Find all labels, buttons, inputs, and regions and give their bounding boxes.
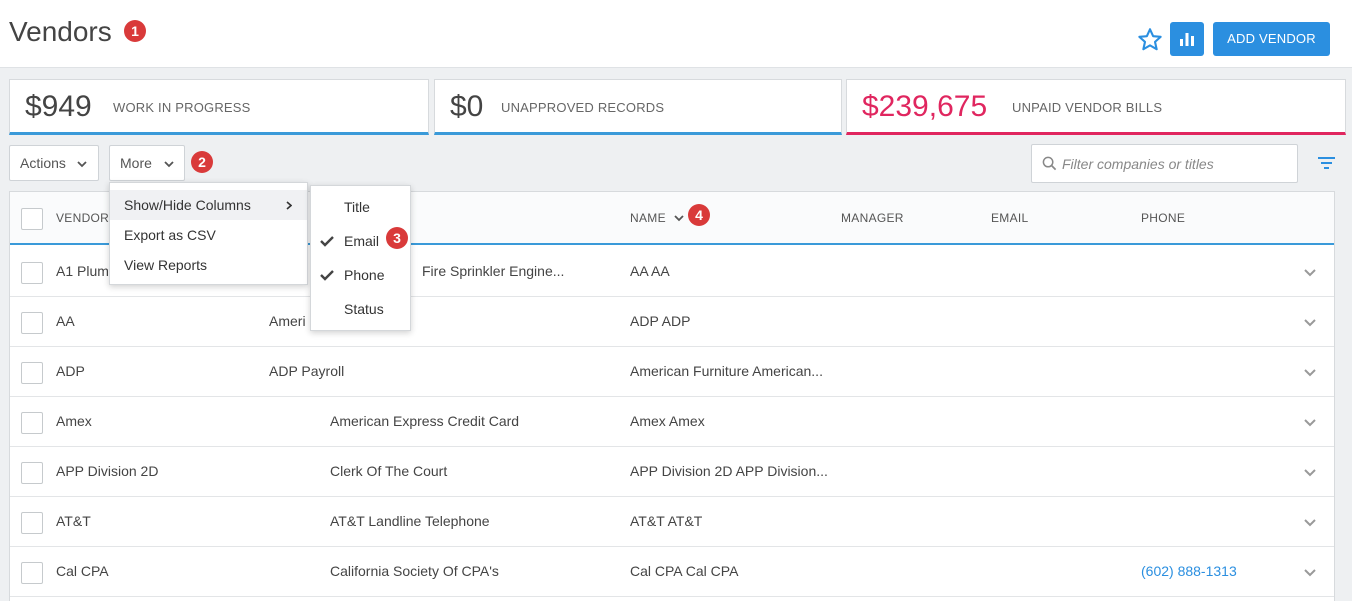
- summary-label: WORK IN PROGRESS: [113, 100, 251, 115]
- name-cell: AT&T AT&T: [630, 513, 703, 529]
- search-icon: [1042, 156, 1057, 171]
- column-header-name[interactable]: NAME: [630, 211, 666, 225]
- more-menu: Show/Hide Columns Export as CSV View Rep…: [109, 182, 308, 285]
- company-cell: American Express Credit Card: [330, 413, 520, 429]
- menu-item-show-hide-columns[interactable]: Show/Hide Columns: [110, 190, 307, 220]
- column-toggle-status[interactable]: Status: [311, 292, 410, 326]
- name-cell: Cal CPA Cal CPA: [630, 563, 739, 579]
- row-checkbox[interactable]: [21, 462, 43, 484]
- vendor-cell: ADP: [56, 363, 85, 379]
- select-all-checkbox[interactable]: [21, 208, 43, 230]
- summary-amount: $0: [450, 90, 484, 123]
- filter-search[interactable]: [1031, 144, 1298, 183]
- favorite-star-icon[interactable]: [1136, 26, 1164, 54]
- summary-label: UNPAID VENDOR BILLS: [1012, 100, 1163, 115]
- add-vendor-button[interactable]: ADD VENDOR: [1213, 22, 1330, 56]
- name-cell: ADP ADP: [630, 313, 691, 329]
- chevron-down-icon: [164, 161, 174, 168]
- table-row[interactable]: AT&T AT&T Landline Telephone AT&T AT&T: [10, 497, 1334, 547]
- expand-chevron-icon[interactable]: [1303, 365, 1317, 379]
- column-toggle-label: Status: [344, 301, 384, 317]
- vendor-cell: Amex: [56, 413, 92, 429]
- menu-item-label: Show/Hide Columns: [124, 197, 251, 213]
- chevron-right-icon: [286, 201, 292, 210]
- vendor-cell: Cal CPA: [56, 563, 109, 579]
- more-dropdown[interactable]: More: [109, 145, 185, 181]
- bar-chart-icon: [1180, 33, 1194, 46]
- chevron-down-icon: [77, 161, 87, 168]
- phone-link[interactable]: (602) 888-1313: [1141, 563, 1237, 579]
- table-row[interactable]: Cal CPA California Society Of CPA's Cal …: [10, 547, 1334, 597]
- expand-chevron-icon[interactable]: [1303, 315, 1317, 329]
- column-header-vendor[interactable]: VENDOR: [56, 211, 109, 225]
- column-toggle-label: Title: [344, 199, 370, 215]
- expand-chevron-icon[interactable]: [1303, 415, 1317, 429]
- summary-label: UNAPPROVED RECORDS: [501, 100, 665, 115]
- name-cell: APP Division 2D APP Division...: [630, 463, 828, 479]
- vendor-cell: AA: [56, 313, 75, 329]
- column-toggle-label: Phone: [344, 267, 385, 283]
- checkmark-icon: [320, 236, 334, 247]
- more-label: More: [120, 155, 152, 171]
- column-header-email[interactable]: EMAIL: [991, 211, 1029, 225]
- summary-card-unapproved-records[interactable]: $0 UNAPPROVED RECORDS: [434, 79, 842, 135]
- summary-card-work-in-progress[interactable]: $949 WORK IN PROGRESS: [9, 79, 429, 135]
- company-cell: AT&T Landline Telephone: [330, 513, 490, 529]
- menu-item-view-reports[interactable]: View Reports: [110, 250, 307, 280]
- row-checkbox[interactable]: [21, 512, 43, 534]
- reports-chart-button[interactable]: [1170, 22, 1204, 56]
- vendor-cell: AT&T: [56, 513, 91, 529]
- summary-amount: $949: [25, 90, 92, 123]
- page-header: Vendors 1 ADD VENDOR: [0, 0, 1352, 68]
- row-checkbox[interactable]: [21, 312, 43, 334]
- column-toggle-title[interactable]: Title: [311, 190, 410, 224]
- filter-input[interactable]: [1062, 153, 1290, 175]
- company-cell: Ameri: [269, 313, 306, 329]
- company-cell: Fire Sprinkler Engine...: [422, 263, 565, 279]
- table-row[interactable]: ADP ADP Payroll American Furniture Ameri…: [10, 347, 1334, 397]
- table-row[interactable]: APP Division 2D Clerk Of The Court APP D…: [10, 447, 1334, 497]
- filter-icon[interactable]: [1318, 156, 1335, 170]
- company-cell: ADP Payroll: [269, 363, 345, 379]
- company-cell: California Society Of CPA's: [330, 563, 499, 579]
- summary-card-unpaid-vendor-bills[interactable]: $239,675 UNPAID VENDOR BILLS: [846, 79, 1346, 135]
- name-cell: AA AA: [630, 263, 670, 279]
- expand-chevron-icon[interactable]: [1303, 465, 1317, 479]
- table-row[interactable]: Amex American Express Credit Card Amex A…: [10, 397, 1334, 447]
- name-cell: American Furniture American...: [630, 363, 823, 379]
- row-checkbox[interactable]: [21, 362, 43, 384]
- actions-label: Actions: [20, 155, 66, 171]
- expand-chevron-icon[interactable]: [1303, 265, 1317, 279]
- annotation-badge-1: 1: [124, 20, 146, 42]
- table-row[interactable]: AA Ameri ADP ADP: [10, 297, 1334, 347]
- vendor-cell: APP Division 2D: [56, 463, 159, 479]
- name-cell: Amex Amex: [630, 413, 705, 429]
- column-header-manager[interactable]: MANAGER: [841, 211, 904, 225]
- page-title: Vendors: [9, 16, 112, 47]
- annotation-badge-4: 4: [688, 204, 710, 226]
- row-checkbox[interactable]: [21, 562, 43, 584]
- columns-submenu: Title Email Phone Status: [310, 185, 411, 331]
- summary-amount: $239,675: [862, 90, 988, 123]
- row-checkbox[interactable]: [21, 262, 43, 284]
- annotation-badge-3: 3: [386, 227, 408, 249]
- expand-chevron-icon[interactable]: [1303, 515, 1317, 529]
- column-toggle-phone[interactable]: Phone: [311, 258, 410, 292]
- vendor-cell: A1 Plum: [56, 263, 109, 279]
- company-cell: Clerk Of The Court: [330, 463, 448, 479]
- actions-dropdown[interactable]: Actions: [9, 145, 99, 181]
- row-checkbox[interactable]: [21, 412, 43, 434]
- column-header-phone[interactable]: PHONE: [1141, 211, 1185, 225]
- sort-chevron-down-icon[interactable]: [674, 214, 684, 222]
- expand-chevron-icon[interactable]: [1303, 565, 1317, 579]
- checkmark-icon: [320, 270, 334, 281]
- column-toggle-label: Email: [344, 233, 380, 249]
- annotation-badge-2: 2: [191, 151, 213, 173]
- menu-item-export-csv[interactable]: Export as CSV: [110, 220, 307, 250]
